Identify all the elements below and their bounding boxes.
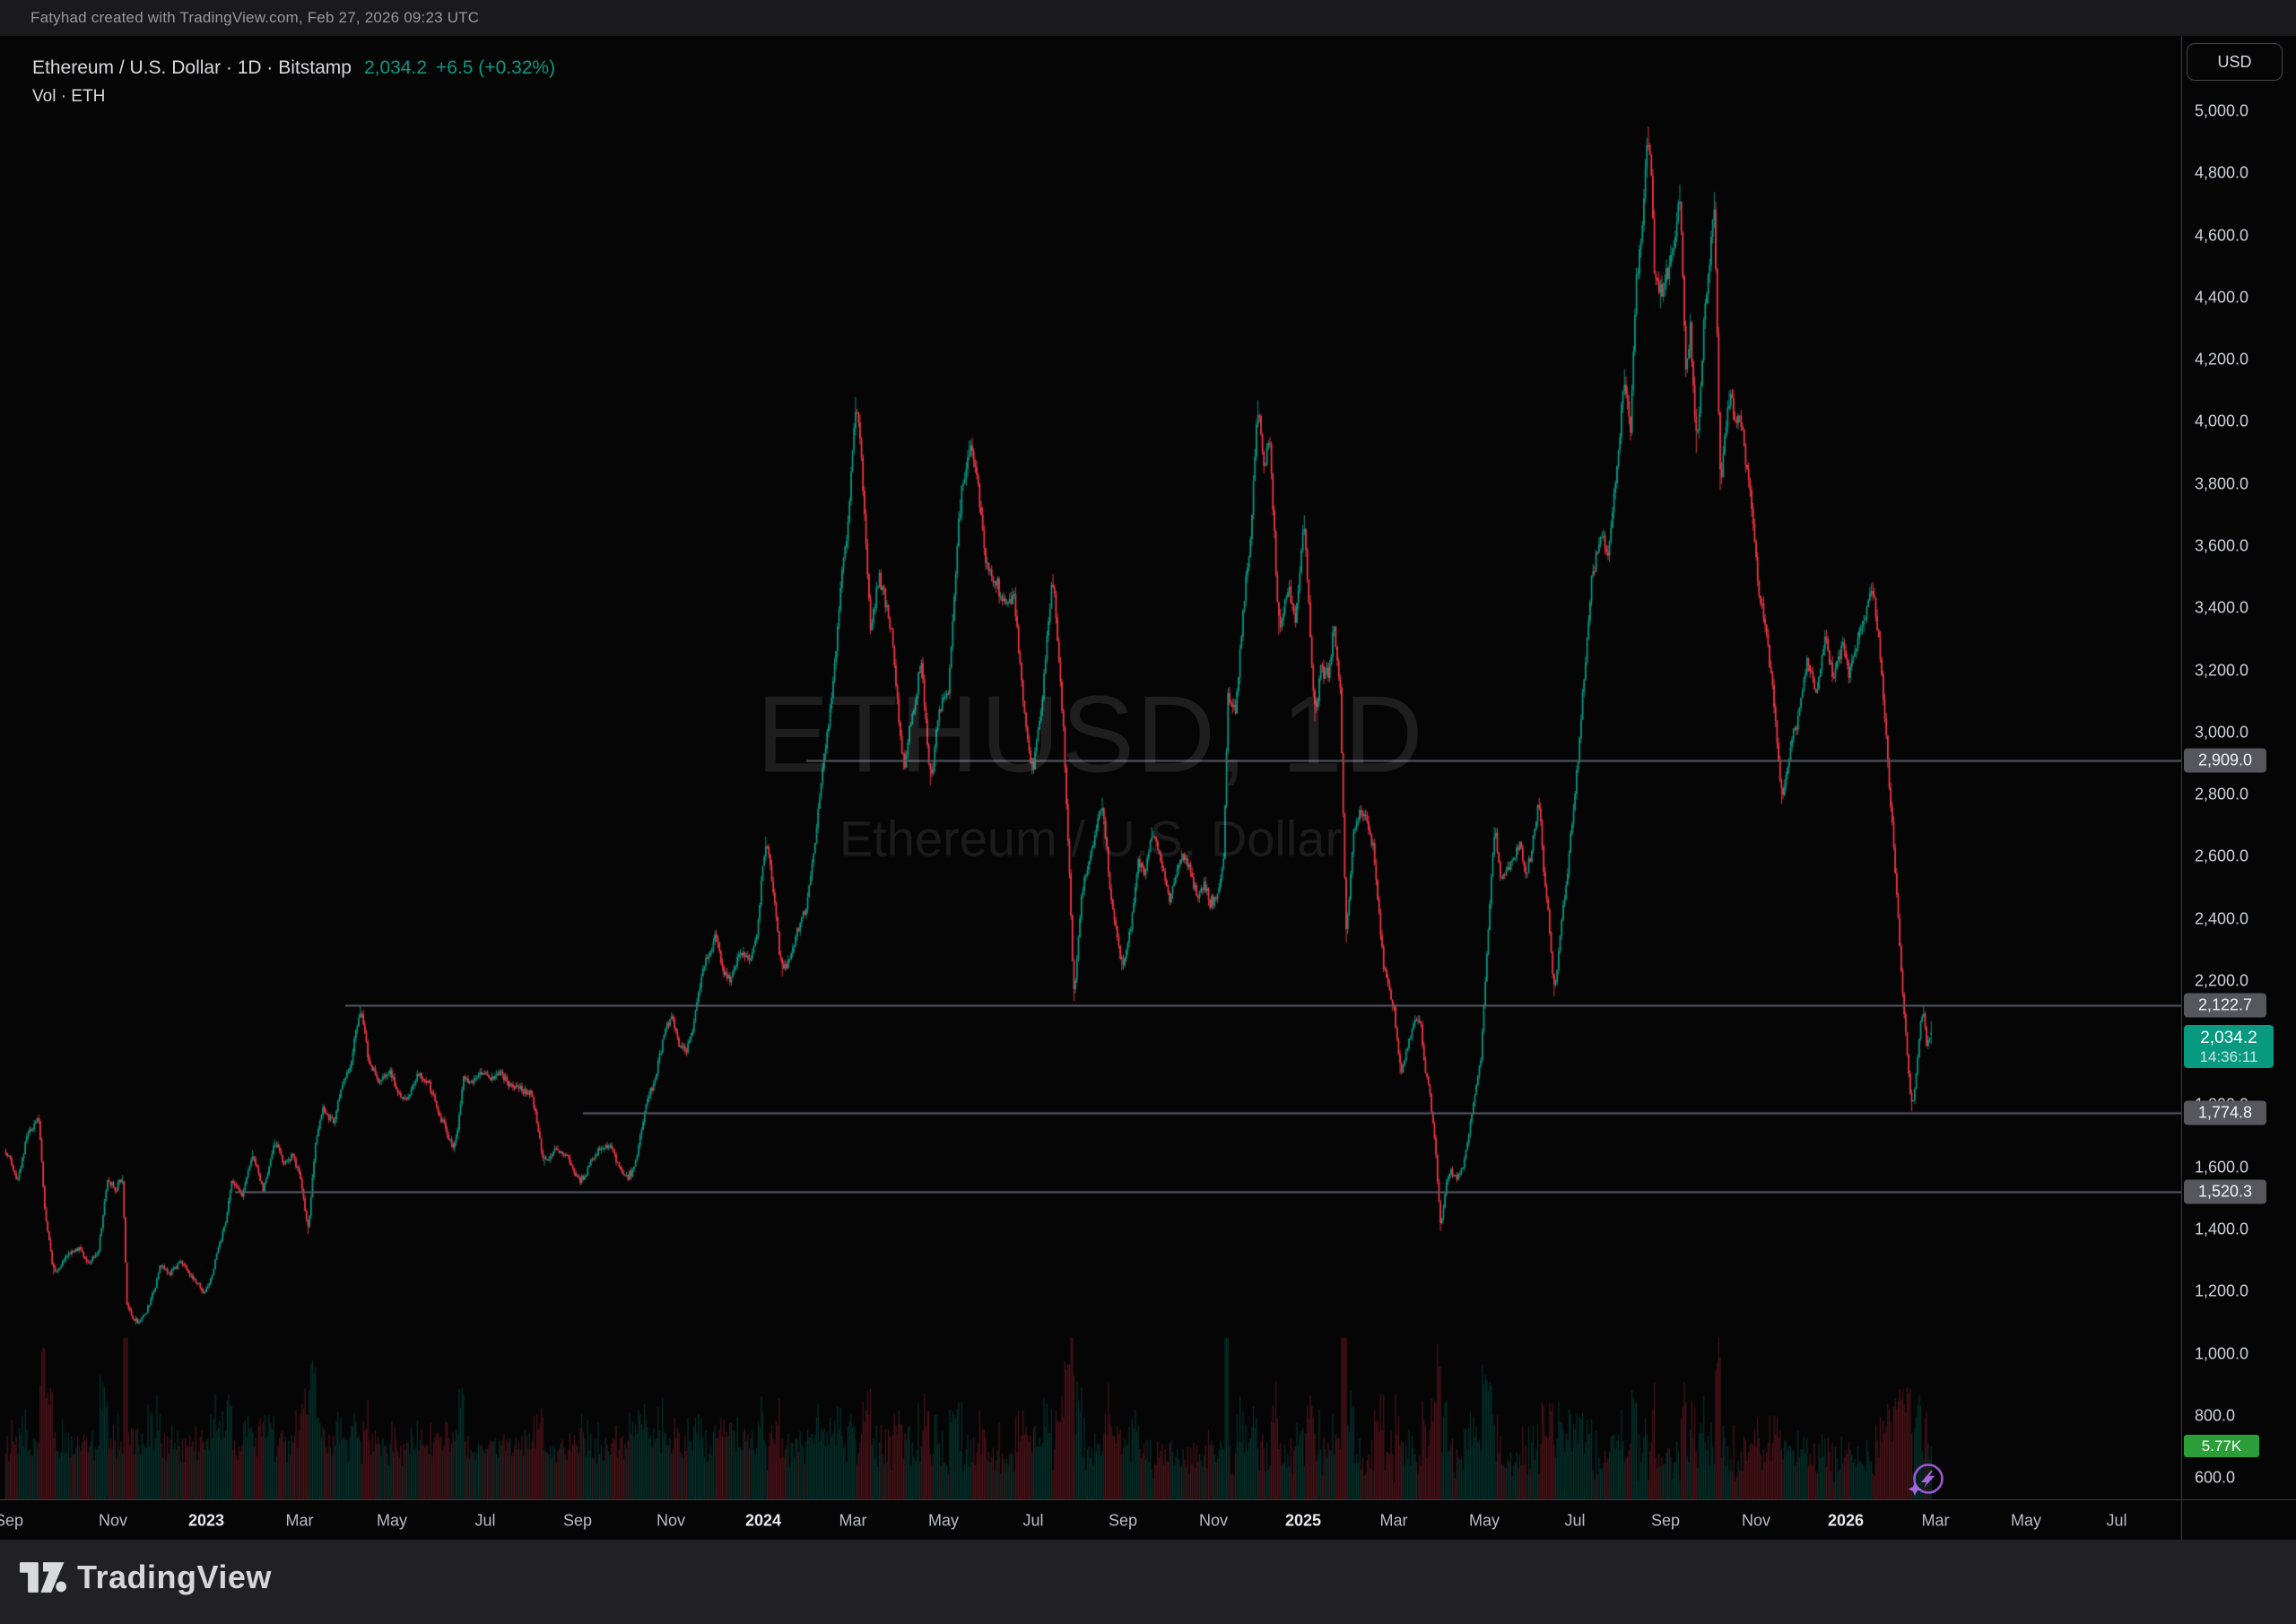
axis-corner-divider — [2181, 1500, 2182, 1541]
price-tick-label: 5,000.0 — [2195, 102, 2248, 121]
tradingview-logo-icon — [20, 1558, 66, 1597]
current-price-label: 2,034.2 14:36:11 — [2184, 1025, 2274, 1068]
time-tick-month: May — [928, 1511, 959, 1530]
time-tick-month: Jul — [1564, 1511, 1585, 1530]
time-tick-month: Nov — [99, 1511, 127, 1530]
time-tick-month: Nov — [1199, 1511, 1228, 1530]
attribution-text: Fatyhad created with TradingView.com, Fe… — [30, 9, 479, 27]
time-tick-year: 2024 — [745, 1511, 781, 1530]
price-axis[interactable]: USD 5,000.0 4,800.0 4,600.0 4,400.0 4,200.0 4… — [2181, 36, 2296, 1499]
time-tick-year: 2026 — [1828, 1511, 1864, 1530]
last-price: 2,034.2 — [364, 57, 427, 78]
time-tick-month: Mar — [286, 1511, 314, 1530]
price-tick-label: 1,400.0 — [2195, 1220, 2248, 1239]
flash-sparkle-icon[interactable] — [1907, 1461, 1946, 1500]
level-price-label: 1,520.3 — [2184, 1180, 2266, 1204]
time-axis[interactable]: Sep Nov 2023 Mar May Jul Sep Nov 2024 Mar May Jul Se… — [0, 1499, 2296, 1541]
price-change: +6.5 (+0.32%) — [436, 57, 555, 78]
chart-legend[interactable]: Ethereum / U.S. Dollar · 1D · Bitstamp 2,… — [32, 57, 555, 107]
bar-countdown: 14:36:11 — [2200, 1048, 2258, 1065]
tradingview-logo-link[interactable]: TradingView — [20, 1558, 272, 1597]
time-tick-month: Mar — [839, 1511, 867, 1530]
level-price-label: 2,122.7 — [2184, 993, 2266, 1017]
price-tick-label: 600.0 — [2195, 1469, 2235, 1488]
price-tick-label: 4,200.0 — [2195, 351, 2248, 369]
time-tick-year: 2025 — [1285, 1511, 1321, 1530]
level-price-label: 1,774.8 — [2184, 1101, 2266, 1125]
time-tick-month: May — [2011, 1511, 2041, 1530]
price-tick-label: 3,200.0 — [2195, 661, 2248, 680]
price-tick-label: 800.0 — [2195, 1406, 2235, 1425]
price-tick-label: 3,800.0 — [2195, 474, 2248, 493]
currency-toggle-button[interactable]: USD — [2187, 43, 2283, 81]
time-tick-month: Sep — [1651, 1511, 1680, 1530]
price-tick-label: 4,800.0 — [2195, 164, 2248, 183]
price-tick-label: 2,200.0 — [2195, 971, 2248, 990]
price-tick-label: 4,000.0 — [2195, 413, 2248, 431]
price-tick-label: 4,400.0 — [2195, 288, 2248, 307]
price-tick-label: 3,000.0 — [2195, 723, 2248, 742]
time-tick-month: Sep — [1109, 1511, 1137, 1530]
time-tick-month: Sep — [0, 1511, 23, 1530]
price-tick-label: 1,600.0 — [2195, 1158, 2248, 1177]
footer-bar: TradingView — [0, 1540, 2296, 1624]
price-tick-label: 4,600.0 — [2195, 226, 2248, 245]
price-tick-label: 3,600.0 — [2195, 536, 2248, 555]
price-tick-label: 1,200.0 — [2195, 1282, 2248, 1301]
current-price-value: 2,034.2 — [2200, 1029, 2257, 1048]
price-tick-label: 2,600.0 — [2195, 847, 2248, 866]
chart-area[interactable]: ETHUSD, 1D Ethereum / U.S. Dollar Ethere… — [0, 36, 2181, 1499]
price-tick-label: 2,800.0 — [2195, 786, 2248, 804]
time-tick-month: Jul — [1022, 1511, 1043, 1530]
time-tick-month: Jul — [474, 1511, 495, 1530]
time-tick-month: Nov — [657, 1511, 685, 1530]
tradingview-brand-text: TradingView — [77, 1559, 272, 1596]
volume-indicator-label[interactable]: Vol · ETH — [32, 87, 555, 107]
attribution-bar: Fatyhad created with TradingView.com, Fe… — [0, 0, 2296, 36]
time-tick-month: Mar — [1922, 1511, 1950, 1530]
time-tick-month: Mar — [1380, 1511, 1408, 1530]
time-tick-month: May — [377, 1511, 407, 1530]
time-tick-month: Nov — [1742, 1511, 1770, 1530]
symbol-title[interactable]: Ethereum / U.S. Dollar · 1D · Bitstamp — [32, 57, 352, 78]
time-tick-month: Jul — [2106, 1511, 2126, 1530]
symbol-description-row[interactable]: Ethereum / U.S. Dollar · 1D · Bitstamp 2,… — [32, 57, 555, 79]
time-tick-month: May — [1469, 1511, 1500, 1530]
volume-axis-label: 5.77K — [2184, 1435, 2259, 1457]
price-tick-label: 3,400.0 — [2195, 599, 2248, 618]
price-chart-canvas[interactable] — [0, 36, 2181, 1499]
price-tick-label: 2,400.0 — [2195, 909, 2248, 928]
time-tick-month: Sep — [563, 1511, 592, 1530]
level-price-label: 2,909.0 — [2184, 749, 2266, 773]
time-tick-year: 2023 — [188, 1511, 224, 1530]
price-tick-label: 1,000.0 — [2195, 1344, 2248, 1363]
